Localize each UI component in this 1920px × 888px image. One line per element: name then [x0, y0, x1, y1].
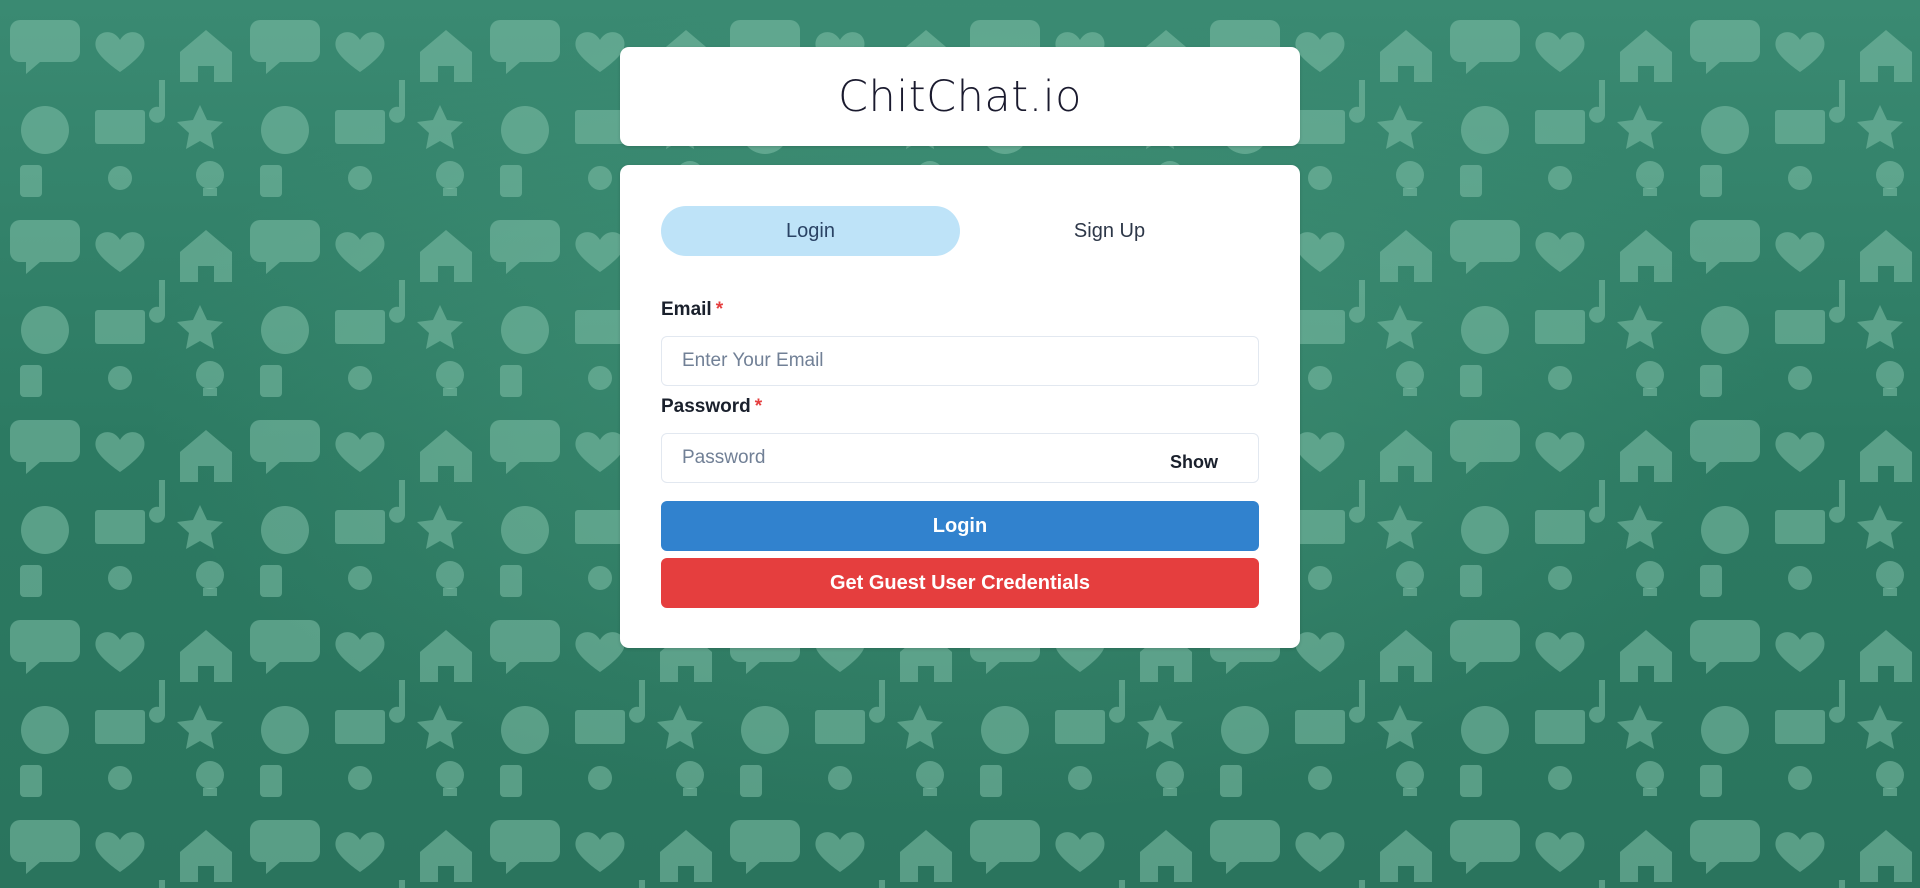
password-required-mark: *: [754, 396, 763, 417]
email-label: Email *: [661, 299, 723, 321]
password-label: Password *: [661, 396, 762, 418]
email-required-mark: *: [715, 299, 724, 320]
login-button[interactable]: Login: [661, 501, 1259, 551]
guest-credentials-button[interactable]: Get Guest User Credentials: [661, 558, 1259, 608]
email-label-text: Email: [661, 299, 712, 320]
tab-sign-up[interactable]: Sign Up: [960, 206, 1259, 256]
email-input[interactable]: [661, 336, 1259, 386]
password-label-text: Password: [661, 396, 751, 417]
auth-form-card: Login Sign Up Email* Password* Login Get…: [620, 165, 1300, 648]
auth-tabs: Login Sign Up: [661, 206, 1259, 256]
app-header-card: ChitChat.io: [620, 47, 1300, 146]
tab-login[interactable]: Login: [661, 206, 960, 256]
app-title: ChitChat.io: [838, 71, 1082, 122]
show-password-button[interactable]: Show: [1163, 445, 1225, 479]
